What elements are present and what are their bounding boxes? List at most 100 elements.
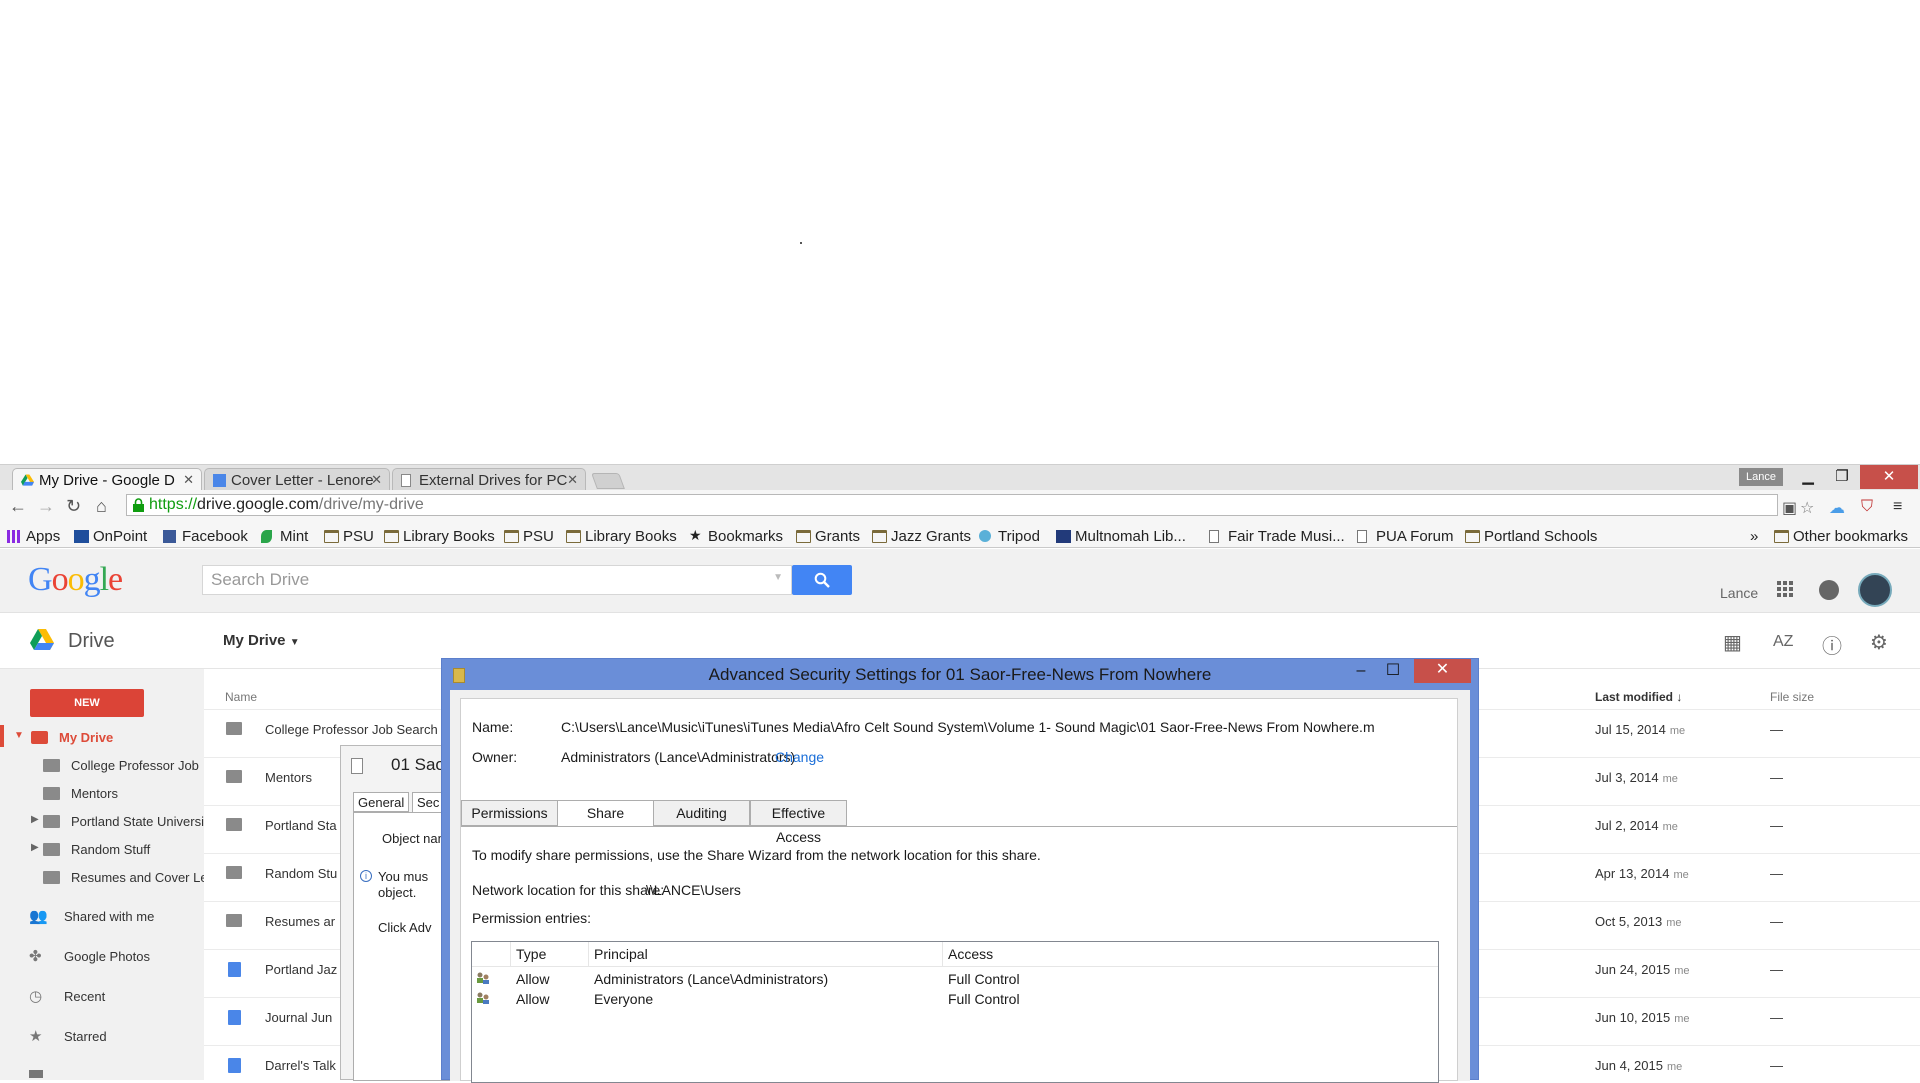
file-name: Resumes ar [265, 914, 336, 929]
bookmark-portland-schools[interactable]: Portland Schools [1465, 528, 1597, 545]
bookmark-multnomah[interactable]: Multnomah Lib... [1056, 528, 1186, 545]
tab-my-drive[interactable]: My Drive - Google D ✕ [12, 468, 202, 491]
column-access[interactable]: Access [948, 946, 993, 962]
tab-effective-access[interactable]: Effective Access [750, 800, 847, 845]
entry-type: Allow [516, 991, 550, 1007]
folder-icon [796, 530, 811, 543]
search-input[interactable]: Search Drive ▼ [202, 565, 792, 595]
bookmark-apps[interactable]: Apps [7, 528, 60, 545]
share-tab-panel: To modify share permissions, use the Sha… [461, 826, 1457, 1083]
tab-close-icon[interactable]: ✕ [183, 472, 194, 488]
column-principal[interactable]: Principal [594, 946, 648, 962]
tab-close-icon[interactable]: ✕ [567, 472, 578, 488]
restore-icon[interactable]: ❐ [1826, 465, 1858, 489]
sidebar-folder[interactable]: College Professor Job [43, 758, 199, 773]
my-drive-icon [31, 731, 48, 744]
expand-down-icon[interactable]: ▼ [14, 730, 24, 741]
bookmark-library-books-2[interactable]: Library Books [566, 528, 677, 545]
column-file-size[interactable]: File size [1770, 690, 1814, 704]
permission-entries-table[interactable]: Type Principal Access Allow Administrato… [471, 941, 1439, 1083]
sort-az-icon[interactable]: AZ [1773, 633, 1793, 651]
bookmark-jazz-grants[interactable]: Jazz Grants [872, 528, 971, 545]
bookmark-mint[interactable]: Mint [261, 528, 308, 545]
avatar[interactable] [1858, 573, 1892, 607]
clock-icon: ◷ [29, 988, 43, 1005]
sidebar-item-photos[interactable]: ✤ Google Photos [29, 948, 150, 965]
extension-icon[interactable]: ▣ [1782, 498, 1797, 518]
sidebar-folder[interactable]: Resumes and Cover Le [43, 870, 208, 885]
my-drive-dropdown[interactable]: My Drive ▼ [223, 632, 300, 649]
info-icon[interactable]: ⓘ [1822, 630, 1842, 659]
dialog-close-icon[interactable]: ✕ [1414, 659, 1471, 683]
tab-share[interactable]: Share [557, 800, 654, 827]
file-name: Journal Jun [265, 1010, 333, 1025]
header-username[interactable]: Lance [1720, 585, 1758, 601]
shield-extension-icon[interactable]: ⛉ [1861, 498, 1873, 516]
gear-icon[interactable]: ⚙ [1870, 630, 1888, 655]
bookmarks-overflow-chevron[interactable]: » [1750, 528, 1758, 545]
dialog-maximize-icon[interactable]: ☐ [1380, 660, 1406, 684]
tab-external-drives[interactable]: External Drives for PC ✕ [392, 468, 586, 491]
column-separator [588, 942, 589, 966]
tab-security[interactable]: Sec [412, 792, 445, 812]
page-icon [1357, 530, 1367, 543]
bookmark-psu-2[interactable]: PSU [504, 528, 554, 545]
column-last-modified[interactable]: Last modified ↓ [1595, 690, 1682, 704]
reload-icon[interactable]: ↻ [66, 496, 81, 517]
folder-icon [43, 787, 60, 800]
bookmark-pua-forum[interactable]: PUA Forum [1357, 528, 1454, 545]
sidebar-item-shared[interactable]: 👥 Shared with me [29, 908, 154, 925]
home-icon[interactable]: ⌂ [96, 496, 107, 517]
dialog-minimize-icon[interactable]: – [1348, 660, 1374, 684]
grid-view-icon[interactable]: ▦ [1723, 630, 1742, 655]
search-options-caret-icon[interactable]: ▼ [773, 572, 783, 583]
back-arrow-icon[interactable]: ← [9, 496, 27, 517]
sidebar-item-trash[interactable] [29, 1067, 49, 1078]
profile-badge[interactable]: Lance [1739, 468, 1783, 486]
new-tab-button[interactable] [591, 473, 625, 489]
tab-permissions[interactable]: Permissions [461, 800, 558, 826]
menu-icon[interactable]: ≡ [1893, 498, 1902, 516]
tab-cover-letter[interactable]: Cover Letter - Lenore ✕ [204, 468, 390, 491]
search-button[interactable] [792, 565, 852, 595]
file-size: — [1770, 818, 1783, 833]
sidebar-folder[interactable]: ▶ Portland State Universi [31, 814, 204, 829]
sidebar-item-my-drive[interactable]: ▼ My Drive [14, 730, 113, 745]
file-name: Portland Jaz [265, 962, 338, 977]
page-favicon-icon [401, 474, 411, 487]
new-button[interactable]: NEW [30, 689, 144, 717]
tab-strip: My Drive - Google D ✕ Cover Letter - Len… [0, 464, 1920, 491]
folder-icon [226, 818, 242, 831]
column-type[interactable]: Type [516, 946, 546, 962]
tab-auditing[interactable]: Auditing [653, 800, 750, 826]
apps-grid-icon[interactable] [1777, 581, 1793, 597]
bookmark-facebook[interactable]: Facebook [163, 528, 248, 545]
column-name[interactable]: Name [225, 690, 257, 704]
bookmark-grants[interactable]: Grants [796, 528, 860, 545]
folder-icon [43, 871, 60, 884]
cloud-extension-icon[interactable]: ☁ [1829, 498, 1845, 518]
address-bar[interactable]: https://drive.google.com/drive/my-drive [126, 494, 1778, 516]
change-owner-link[interactable]: Change [775, 749, 824, 765]
notifications-bell-icon[interactable] [1819, 580, 1839, 600]
sidebar-folder[interactable]: Mentors [43, 786, 118, 801]
sidebar-item-starred[interactable]: ★ Starred [29, 1028, 107, 1045]
sidebar-item-recent[interactable]: ◷ Recent [29, 988, 105, 1005]
bookmark-library-books[interactable]: Library Books [384, 528, 495, 545]
google-logo[interactable]: Google [28, 561, 123, 599]
bookmark-onpoint[interactable]: OnPoint [74, 528, 147, 545]
bookmark-other[interactable]: Other bookmarks [1774, 528, 1908, 545]
minimize-icon[interactable]: ▁ [1792, 465, 1824, 489]
bookmark-psu[interactable]: PSU [324, 528, 374, 545]
sidebar-folder[interactable]: ▶ Random Stuff [31, 842, 150, 857]
tab-close-icon[interactable]: ✕ [371, 472, 382, 488]
forward-arrow-icon[interactable]: → [37, 496, 55, 517]
expand-right-icon[interactable]: ▶ [31, 814, 39, 825]
bookmark-bookmarks[interactable]: ★ Bookmarks [689, 527, 783, 545]
close-window-icon[interactable]: ✕ [1860, 465, 1918, 489]
star-bookmark-icon[interactable]: ☆ [1800, 498, 1814, 518]
bookmark-tripod[interactable]: Tripod [979, 528, 1040, 545]
expand-right-icon[interactable]: ▶ [31, 842, 39, 853]
tab-general[interactable]: General [353, 792, 410, 812]
bookmark-fair-trade[interactable]: Fair Trade Musi... [1209, 528, 1345, 545]
